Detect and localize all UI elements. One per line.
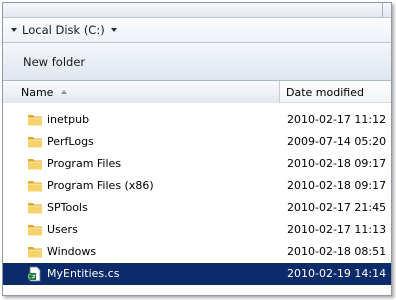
file-date-modified: 2010-02-18 09:17: [287, 157, 387, 170]
file-row[interactable]: Windows 2010-02-18 08:51: [3, 241, 391, 263]
file-date-modified: 2010-02-17 11:12: [287, 113, 387, 126]
file-name: inetpub: [47, 113, 90, 126]
file-name: Program Files (x86): [47, 179, 154, 192]
file-name: Program Files: [47, 157, 122, 170]
file-name: Users: [47, 223, 78, 236]
folder-icon: [27, 156, 43, 172]
folder-icon: [27, 178, 43, 194]
folder-icon: [27, 222, 43, 238]
file-name: SPTools: [47, 201, 88, 214]
file-date-modified: 2010-02-17 21:45: [287, 201, 387, 214]
sort-ascending-icon: [61, 90, 68, 94]
folder-icon: [27, 112, 43, 128]
folder-icon: [27, 244, 43, 260]
file-date-modified: 2010-02-18 08:51: [287, 245, 387, 258]
new-folder-button[interactable]: New folder: [21, 52, 87, 72]
file-row[interactable]: PerfLogs 2009-07-14 05:20: [3, 131, 391, 153]
command-bar: New folder: [3, 43, 391, 81]
folder-icon: [27, 200, 43, 216]
file-list: inetpub 2010-02-17 11:12 PerfLogs 2009-07-1…: [3, 109, 391, 285]
breadcrumb-location[interactable]: Local Disk (C:): [22, 23, 105, 37]
breadcrumb: Local Disk (C:): [3, 17, 391, 43]
svg-text:C#: C#: [28, 275, 36, 281]
folder-icon: [27, 134, 43, 150]
column-date-label: Date modified: [286, 85, 364, 99]
address-bar-edge: [382, 3, 383, 17]
file-name: MyEntities.cs: [47, 267, 120, 280]
file-date-modified: 2010-02-17 11:13: [287, 223, 387, 236]
location-dropdown-icon[interactable]: [110, 28, 117, 32]
file-date-modified: 2009-07-14 05:20: [287, 135, 387, 148]
chevron-down-icon[interactable]: [11, 28, 17, 32]
cs-file-icon: C#: [27, 266, 43, 282]
file-row[interactable]: inetpub 2010-02-17 11:12: [3, 109, 391, 131]
column-header-date-modified[interactable]: Date modified: [281, 81, 391, 103]
address-bar-strip: [3, 3, 391, 17]
file-row[interactable]: Program Files 2010-02-18 09:17: [3, 153, 391, 175]
column-name-label: Name: [21, 85, 54, 99]
file-row[interactable]: Users 2010-02-17 11:13: [3, 219, 391, 241]
file-row[interactable]: SPTools 2010-02-17 21:45: [3, 197, 391, 219]
file-name: Windows: [47, 245, 97, 258]
file-name: PerfLogs: [47, 135, 94, 148]
file-row[interactable]: C# MyEntities.cs 2010-02-19 14:14: [3, 263, 391, 285]
explorer-window: Local Disk (C:) New folder Name Date mod…: [2, 2, 392, 296]
column-header-name[interactable]: Name: [3, 81, 280, 103]
column-header: Name Date modified: [3, 81, 391, 103]
file-date-modified: 2010-02-19 14:14: [287, 267, 387, 280]
file-date-modified: 2010-02-18 09:17: [287, 179, 387, 192]
file-row[interactable]: Program Files (x86) 2010-02-18 09:17: [3, 175, 391, 197]
